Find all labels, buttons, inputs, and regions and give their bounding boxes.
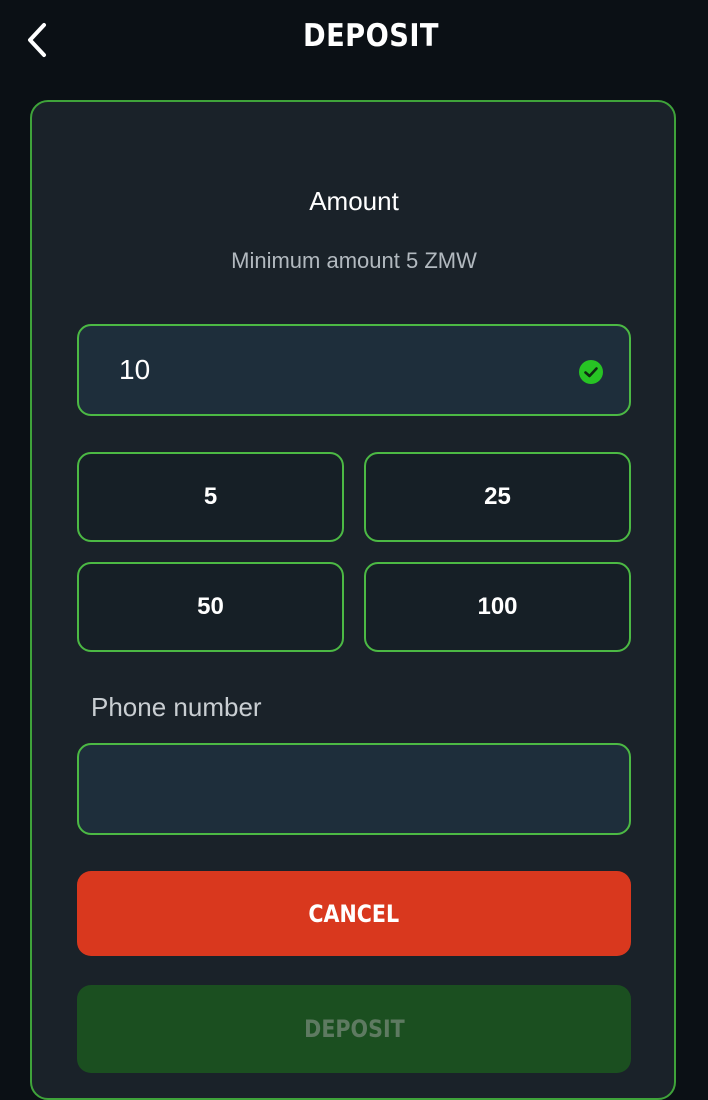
app-header: DEPOSIT bbox=[0, 0, 708, 80]
phone-number-input[interactable] bbox=[77, 743, 631, 835]
check-circle-icon bbox=[579, 360, 603, 384]
cancel-button-label: CANCEL bbox=[308, 899, 400, 928]
deposit-button[interactable]: DEPOSIT bbox=[77, 985, 631, 1073]
deposit-button-label: DEPOSIT bbox=[303, 1015, 405, 1043]
phone-number-label: Phone number bbox=[91, 692, 262, 722]
amount-title: Amount bbox=[309, 186, 399, 216]
preset-amount-50[interactable]: 50 bbox=[77, 562, 344, 652]
preset-amount-5[interactable]: 5 bbox=[77, 452, 344, 542]
amount-value[interactable]: 10 bbox=[119, 354, 150, 386]
page-title: DEPOSIT bbox=[303, 18, 439, 54]
cancel-button[interactable]: CANCEL bbox=[77, 871, 631, 956]
preset-amount-25[interactable]: 25 bbox=[364, 452, 631, 542]
amount-input[interactable]: 10 bbox=[77, 324, 631, 416]
minimum-amount-note: Minimum amount 5 ZMW bbox=[231, 248, 477, 273]
preset-amount-100[interactable]: 100 bbox=[364, 562, 631, 652]
